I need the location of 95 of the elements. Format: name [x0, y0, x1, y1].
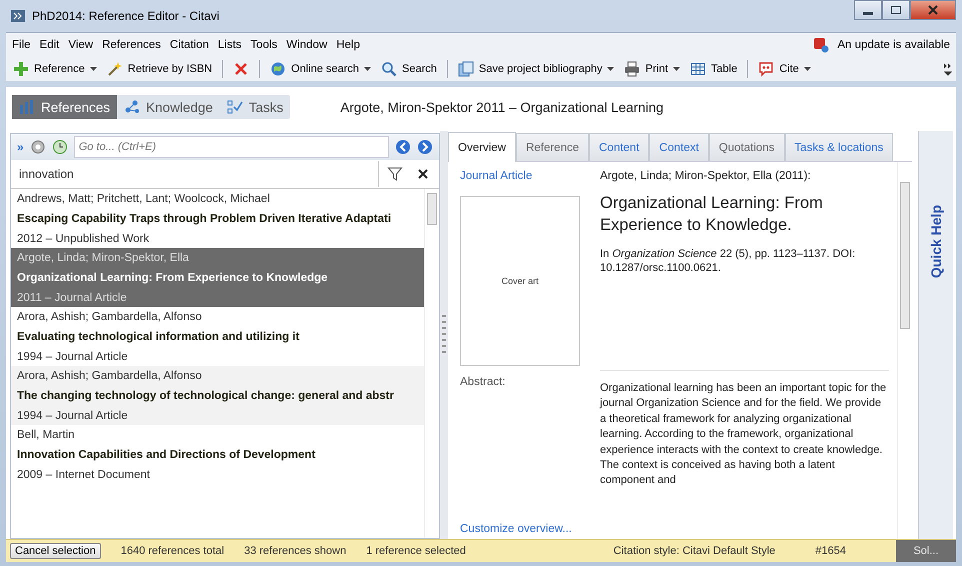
menu-item[interactable]: Edit [40, 39, 60, 51]
detail-tab[interactable]: Overview [448, 132, 516, 162]
update-icon [813, 37, 830, 53]
reference-year-type: 1994 – Journal Article [17, 351, 129, 363]
delete-icon [233, 61, 250, 77]
toolbar-button[interactable]: Table [687, 59, 740, 79]
view-tab[interactable]: Tasks [220, 95, 290, 119]
toolbar-button[interactable]: Retrieve by ISBN [104, 59, 216, 79]
checklist-icon [226, 99, 243, 115]
reference-title: Organizational Learning: From Experience to Knowledge [17, 272, 329, 284]
bars-icon [19, 99, 35, 115]
status-text: 1640 references total [120, 545, 224, 557]
search-icon [381, 61, 398, 77]
abstract-text: Organizational learning has been an important topic for the journal Organization Science and for the field. We provide a theoretical framework for analyzing organizational learning. According to the framework, organizational experience interacts with the context to create knowledge. The context is conceived as having both a latent component and [600, 370, 889, 515]
reference-year-type: 2009 – Internet Document [17, 469, 151, 481]
reference-title: Evaluating technological information and utilizing it [17, 331, 300, 343]
status-text: 33 references shown [244, 545, 346, 557]
splitter-handle[interactable] [442, 315, 446, 355]
detail-tab[interactable]: Tasks & locations [784, 133, 894, 161]
view-tab[interactable]: Knowledge [117, 95, 220, 119]
filter-icon [387, 166, 403, 182]
caret-icon [364, 67, 372, 71]
table-icon [690, 61, 706, 77]
reference-title: Escaping Capability Traps through Problem Driven Iterative Adaptati [17, 213, 392, 225]
reference-authors: Bell, Martin [17, 429, 76, 441]
reference-item[interactable]: Arora, Ashish; Gambardella, Alfonso The changing technology of technological change: general and abstr 1994 – Journal Article [11, 366, 424, 425]
caret-icon [673, 67, 680, 71]
printer-icon [624, 61, 640, 77]
history-icon [52, 139, 68, 155]
expand-button[interactable]: » [17, 140, 24, 154]
copy-icon [458, 61, 474, 77]
cover-label: Cover art [501, 276, 538, 286]
scrollbar[interactable] [424, 189, 439, 538]
plus-icon [13, 61, 29, 77]
citation-style: Citation style: Citavi Default Style [613, 545, 776, 557]
menu-item[interactable]: Citation [170, 39, 209, 51]
detail-tab[interactable]: Quotations [708, 133, 785, 161]
toolbar-button[interactable]: Cite [755, 59, 814, 79]
minimize-button[interactable] [854, 0, 882, 20]
speech-bubble-icon [758, 61, 774, 77]
quick-help-tab[interactable]: Quick Help [928, 205, 944, 278]
menu-item[interactable]: References [102, 39, 161, 51]
cancel-selection-button[interactable]: Cancel selection [10, 543, 101, 559]
reference-title: Innovation Capabilities and Directions of Development [17, 449, 316, 461]
network-icon [124, 99, 140, 115]
goto-field[interactable]: Go to... (Ctrl+E) [74, 136, 389, 158]
reference-year-type: 1994 – Journal Article [17, 410, 129, 422]
citation-source: In Organization Science 22 (5), pp. 1123–1137. DOI: 10.1287/orsc.1100.0621. [600, 246, 856, 276]
toolbar-button[interactable]: Reference [10, 59, 100, 79]
detail-tab[interactable]: Context [649, 133, 709, 161]
customize-link[interactable]: Customize overview... [460, 523, 572, 535]
reference-heading: Argote, Miron-Spektor 2011 – Organizational Learning [340, 100, 664, 114]
window-title: PhD2014: Reference Editor - Citavi [32, 9, 220, 23]
citation-authors: Argote, Linda; Miron-Spektor, Ella (2011): [600, 170, 812, 182]
solution-button[interactable]: Sol... [896, 540, 956, 562]
abstract-label: Abstract: [460, 376, 506, 388]
reference-authors: Argote, Linda; Miron-Spektor, Ella [17, 252, 190, 264]
reference-number: #1654 [815, 545, 846, 557]
globe-icon [270, 61, 286, 77]
caret-icon [90, 67, 97, 71]
app-icon [10, 8, 26, 24]
detail-tab[interactable]: Reference [516, 133, 589, 161]
reference-year-type: 2012 – Unpublished Work [17, 233, 150, 245]
back-icon [395, 139, 411, 155]
citation-title: Organizational Learning: From Experience to Knowledge. [600, 193, 824, 236]
toolbar-button[interactable]: Print [621, 59, 684, 79]
reference-authors: Arora, Ashish; Gambardella, Alfonso [17, 370, 203, 382]
reference-type-link[interactable]: Journal Article [460, 170, 590, 182]
status-text: 1 reference selected [366, 545, 466, 557]
reference-authors: Arora, Ashish; Gambardella, Alfonso [17, 311, 203, 323]
menu-item[interactable]: View [68, 39, 94, 51]
forward-icon [417, 139, 433, 155]
reference-year-type: 2011 – Journal Article [17, 292, 128, 304]
toolbar-button[interactable]: Search [378, 59, 440, 79]
overflow-icon[interactable] [944, 62, 952, 76]
caret-icon [804, 67, 811, 71]
cover-placeholder[interactable]: Cover art [460, 196, 580, 366]
menu-item[interactable]: Help [336, 39, 360, 51]
toolbar-button[interactable]: Save project bibliography [454, 59, 618, 79]
menu-item[interactable]: Window [286, 39, 328, 51]
reference-authors: Andrews, Matt; Pritchett, Lant; Woolcock, Michael [17, 193, 271, 205]
detail-tab[interactable]: Content [589, 133, 650, 161]
caret-icon [607, 67, 614, 71]
update-link[interactable]: An update is available [837, 39, 950, 51]
maximize-button[interactable] [882, 0, 910, 20]
reference-item[interactable]: Argote, Linda; Miron-Spektor, Ella Organizational Learning: From Experience to Knowledge 2011 – Journal Article [11, 248, 424, 307]
scrollbar[interactable] [897, 162, 912, 539]
menu-item[interactable]: Lists [218, 39, 242, 51]
close-button[interactable] [910, 0, 956, 20]
menu-item[interactable]: File [12, 39, 31, 51]
toolbar-button[interactable]: Online search [267, 59, 374, 79]
view-tab[interactable]: References [12, 95, 118, 119]
reference-title: The changing technology of technological change: general and abstr [17, 390, 395, 402]
menu-item[interactable]: Tools [250, 39, 278, 51]
wand-icon [106, 61, 123, 77]
